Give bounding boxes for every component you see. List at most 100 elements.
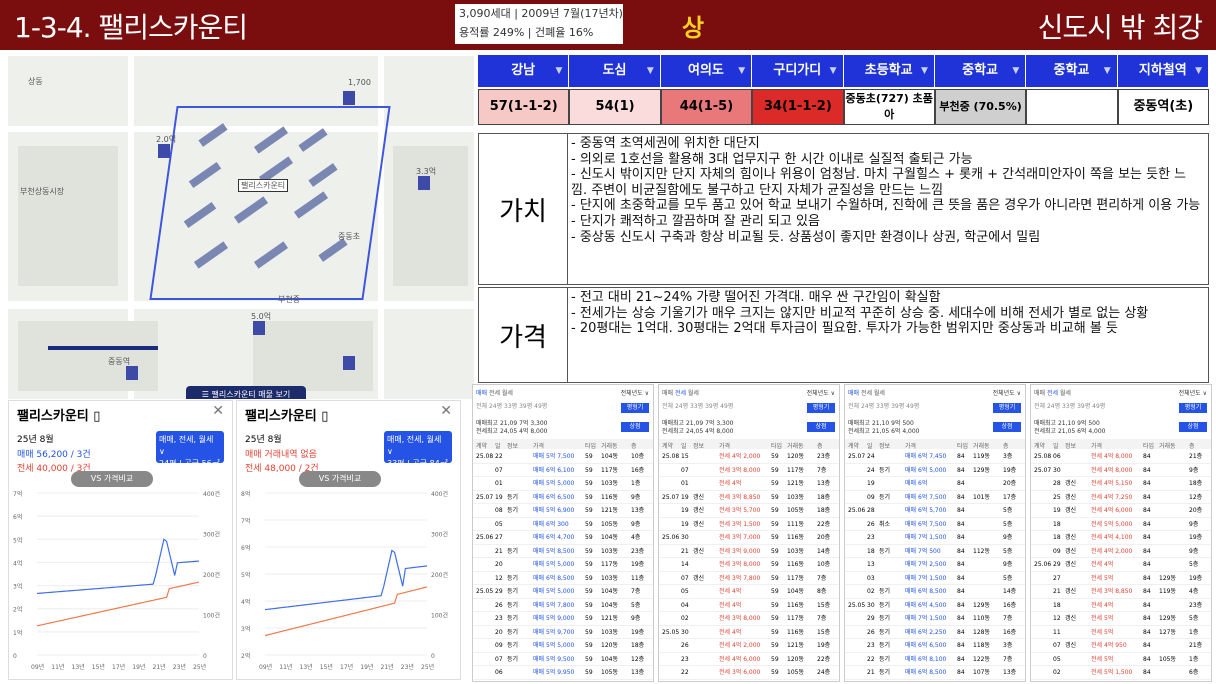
transaction-row[interactable]: 07 등기 매매 5억 9,500 59 104동 12층 (473, 654, 653, 667)
map-price-pin[interactable] (253, 321, 265, 335)
transaction-row[interactable]: 05 전세 4억 59 104동 8층 (659, 586, 839, 599)
transaction-row[interactable]: 20 매매 5억 5,000 59 117동 19층 (473, 559, 653, 572)
transaction-row[interactable]: 25.05 29 등기 매매 5억 5,000 59 104동 7층 (473, 586, 653, 599)
compare-button[interactable]: VS 가격비교 (71, 471, 153, 487)
transaction-row[interactable]: 11 전세 5억 84 127동 1층 (1031, 627, 1211, 640)
transaction-row[interactable]: 05 전세 5억 84 105동 1층 (1031, 654, 1211, 667)
deal-tab[interactable]: 월세 (502, 390, 513, 397)
year-filter[interactable]: 전체년도 ∨ (1179, 388, 1207, 397)
deal-tab[interactable]: 매매 (476, 390, 489, 397)
year-filter[interactable]: 전체년도 ∨ (807, 388, 835, 397)
deal-tab[interactable]: 매매 (1034, 390, 1047, 397)
transaction-row[interactable]: 25 갱신 전세 4억 7,250 84 12층 (1031, 492, 1211, 505)
transaction-row[interactable]: 25.05 30 등기 매매 6억 4,500 84 129동 16층 (845, 600, 1025, 613)
transaction-row[interactable]: 25.07 19 등기 매매 6억 6,500 59 116동 9층 (473, 492, 653, 505)
deal-tabs[interactable]: 매매 전세 월세 (662, 388, 699, 397)
deal-tab[interactable]: 매매 (848, 390, 861, 397)
transaction-row[interactable]: 26 등기 매매 6억 2,250 84 128동 16층 (845, 627, 1025, 640)
transaction-row[interactable]: 25.07 30 전세 4억 8,000 84 9층 (1031, 465, 1211, 478)
size-button[interactable]: 평형기 (993, 403, 1021, 413)
map-price-pin[interactable] (126, 366, 138, 380)
deal-tab[interactable]: 매매 (662, 390, 675, 397)
transaction-row[interactable]: 09 등기 매매 5억 5,000 59 120동 18층 (473, 640, 653, 653)
deal-tabs[interactable]: 매매 전세 월세 (1034, 388, 1071, 397)
size-button[interactable]: 평형기 (807, 403, 835, 413)
transaction-row[interactable]: 25.06 29 갱신 전세 4억 84 5층 (1031, 559, 1211, 572)
transaction-row[interactable]: 25.07 19 갱신 전세 3억 8,850 59 103동 18층 (659, 492, 839, 505)
size-button[interactable]: 평형기 (621, 403, 649, 413)
transaction-row[interactable]: 25.05 30 전세 4억 59 116동 15층 (659, 627, 839, 640)
transaction-row[interactable]: 25.08 15 전세 4억 2,000 59 120동 23층 (659, 451, 839, 464)
deal-tab[interactable]: 월세 (874, 390, 885, 397)
transaction-row[interactable]: 25.08 22 매매 5억 7,500 59 104동 10층 (473, 451, 653, 464)
map-price-pin[interactable] (343, 356, 355, 370)
transaction-row[interactable]: 13 매매 7억 2,500 84 9층 (845, 559, 1025, 572)
transaction-row[interactable]: 25.08 06 전세 4억 8,000 84 21층 (1031, 451, 1211, 464)
transaction-row[interactable]: 06 매매 5억 9,950 59 105동 13층 (473, 667, 653, 680)
transaction-row[interactable]: 26 등기 매매 5억 7,800 59 104동 5층 (473, 600, 653, 613)
transaction-row[interactable]: 03 매매 7억 1,500 84 5층 (845, 573, 1025, 586)
year-filter[interactable]: 전체년도 ∨ (621, 388, 649, 397)
transaction-row[interactable]: 26 취소 매매 6억 7,500 84 5층 (845, 519, 1025, 532)
deal-tab[interactable]: 전세 (489, 390, 502, 397)
transaction-row[interactable]: 18 전세 5억 5,000 84 9층 (1031, 519, 1211, 532)
transaction-row[interactable]: 23 등기 매매 6억 6,500 84 118동 3층 (845, 640, 1025, 653)
deal-type-selector[interactable]: 매매, 전세, 월세 ∨ 33평 | 공급 84㎡ (384, 431, 452, 468)
deal-tabs[interactable]: 매매 전세 월세 (848, 388, 885, 397)
transaction-row[interactable]: 07 갱신 전세 3억 7,800 59 117동 7층 (659, 573, 839, 586)
close-icon[interactable]: ✕ (212, 403, 224, 419)
transaction-row[interactable]: 25.06 27 매매 6억 4,700 59 104동 4층 (473, 532, 653, 545)
transaction-row[interactable]: 12 등기 매매 6억 8,500 59 103동 11층 (473, 573, 653, 586)
transaction-row[interactable]: 21 갱신 전세 3억 8,850 84 119동 4층 (1031, 586, 1211, 599)
deal-tab[interactable]: 월세 (688, 390, 699, 397)
transaction-row[interactable]: 18 갱신 전세 4억 4,100 84 19층 (1031, 532, 1211, 545)
complex-map[interactable]: 팰리스카운티 부천상동시장 중동초 부천중 중동역 상동 1,700 2.0억 … (8, 56, 474, 399)
transaction-row[interactable]: 07 매매 6억 6,100 59 117동 16층 (473, 465, 653, 478)
transaction-row[interactable]: 02 등기 매매 6억 8,500 84 14층 (845, 586, 1025, 599)
size-button[interactable]: 평형기 (1179, 403, 1207, 413)
deal-type-selector[interactable]: 매매, 전세, 월세 ∨ 24평 | 공급 56㎡ (156, 431, 224, 468)
transaction-row[interactable]: 02 전세 5억 1,500 84 6층 (1031, 667, 1211, 680)
transaction-row[interactable]: 24 등기 매매 6억 5,000 84 129동 19층 (845, 465, 1025, 478)
transaction-row[interactable]: 18 전세 4억 84 23층 (1031, 600, 1211, 613)
transaction-row[interactable]: 08 등기 매매 5억 6,900 59 121동 13층 (473, 505, 653, 518)
transaction-row[interactable]: 04 전세 4억 59 116동 15층 (659, 600, 839, 613)
transaction-row[interactable]: 12 갱신 전세 5억 84 129동 5층 (1031, 613, 1211, 626)
search-button[interactable]: 상점 (807, 422, 835, 432)
deal-tab[interactable]: 전세 (675, 390, 688, 397)
transaction-row[interactable]: 21 등기 매매 6억 8,500 84 107동 13층 (845, 667, 1025, 680)
map-price-pin[interactable] (418, 176, 430, 190)
transaction-row[interactable]: 23 등기 매매 5억 9,000 59 121동 9층 (473, 613, 653, 626)
transaction-row[interactable]: 01 전세 4억 59 121동 13층 (659, 478, 839, 491)
transaction-row[interactable]: 02 전세 3억 8,000 59 117동 7층 (659, 613, 839, 626)
transaction-row[interactable]: 14 전세 3억 8,000 59 116동 10층 (659, 559, 839, 572)
transaction-row[interactable]: 25.07 24 매매 6억 7,450 84 119동 3층 (845, 451, 1025, 464)
map-price-pin[interactable] (158, 144, 170, 158)
transaction-row[interactable]: 07 갱신 전세 4억 950 84 21층 (1031, 640, 1211, 653)
transaction-row[interactable]: 23 전세 4억 6,000 59 120동 22층 (659, 654, 839, 667)
transaction-row[interactable]: 27 전세 5억 84 129동 19층 (1031, 573, 1211, 586)
transaction-row[interactable]: 25.06 30 전세 3억 7,000 59 116동 20층 (659, 532, 839, 545)
transaction-row[interactable]: 22 전세 3억 6,000 59 105동 24층 (659, 667, 839, 680)
transaction-row[interactable]: 09 등기 매매 6억 7,500 84 101동 17층 (845, 492, 1025, 505)
transaction-row[interactable]: 01 매매 5억 5,000 59 103동 1층 (473, 478, 653, 491)
transaction-row[interactable]: 09 갱신 전세 4억 2,000 84 9층 (1031, 546, 1211, 559)
transaction-row[interactable]: 20 등기 매매 5억 9,700 59 103동 19층 (473, 627, 653, 640)
transaction-row[interactable]: 19 갱신 전세 4억 6,000 84 20층 (1031, 505, 1211, 518)
transaction-row[interactable]: 23 매매 7억 1,500 84 9층 (845, 532, 1025, 545)
transaction-row[interactable]: 19 매매 6억 84 20층 (845, 478, 1025, 491)
deal-tab[interactable]: 전세 (1047, 390, 1060, 397)
transaction-row[interactable]: 18 등기 매매 7억 500 84 112동 5층 (845, 546, 1025, 559)
search-button[interactable]: 상점 (621, 422, 649, 432)
transaction-row[interactable]: 07 전세 3억 8,000 59 117동 7층 (659, 465, 839, 478)
search-button[interactable]: 상점 (1179, 422, 1207, 432)
deal-tab[interactable]: 월세 (1060, 390, 1071, 397)
transaction-row[interactable]: 22 등기 매매 6억 8,100 84 122동 7층 (845, 654, 1025, 667)
transaction-row[interactable]: 19 갱신 전세 3억 1,500 59 111동 22층 (659, 519, 839, 532)
transaction-row[interactable]: 21 갱신 전세 3억 9,000 59 103동 14층 (659, 546, 839, 559)
year-filter[interactable]: 전체년도 ∨ (993, 388, 1021, 397)
transaction-row[interactable]: 19 갱신 전세 3억 5,700 59 105동 18층 (659, 505, 839, 518)
map-price-pin[interactable] (343, 91, 355, 105)
transaction-row[interactable]: 28 갱신 전세 4억 5,150 84 18층 (1031, 478, 1211, 491)
transaction-row[interactable]: 26 전세 4억 2,000 59 121동 19층 (659, 640, 839, 653)
